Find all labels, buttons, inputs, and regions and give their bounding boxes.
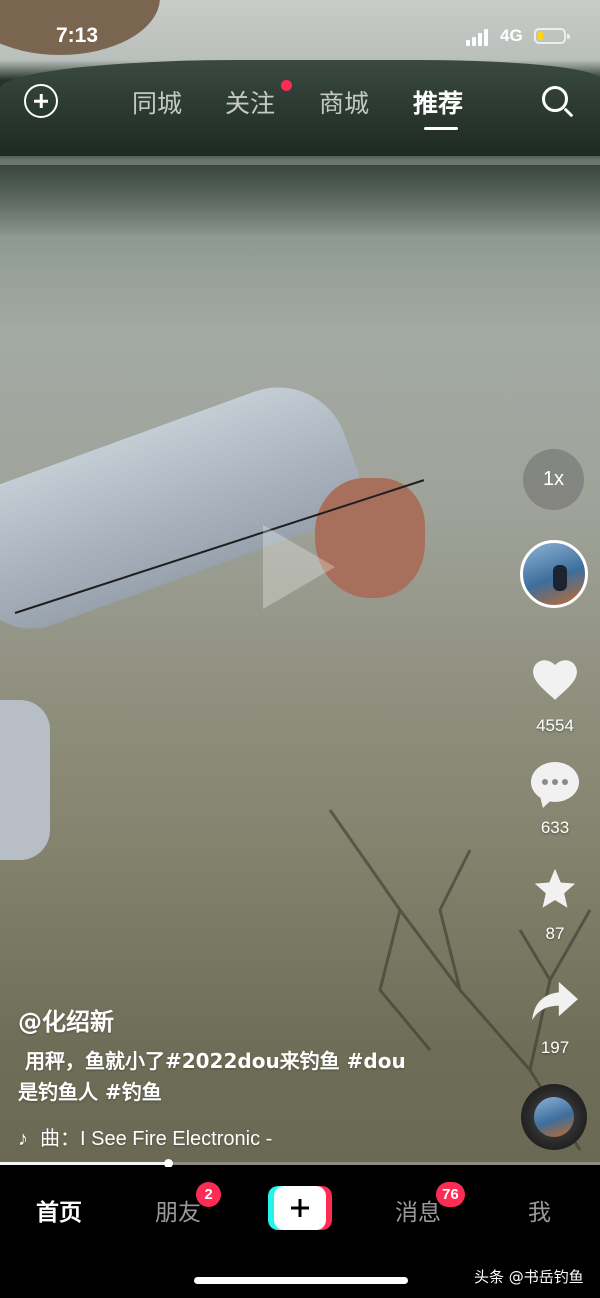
author-avatar[interactable] [520,540,588,608]
tab-following[interactable]: 关注 [225,84,275,120]
heart-icon [533,660,577,700]
network-type: 4G [500,26,523,45]
nav-me[interactable]: 我 [528,1193,551,1227]
play-icon[interactable] [263,525,335,609]
music-info[interactable]: ♪ 曲：I See Fire Electronic - [18,1122,348,1150]
music-title: 曲：I See Fire Electronic - [40,1128,273,1150]
video-progress-bar[interactable] [0,1159,600,1168]
home-indicator[interactable] [194,1277,408,1284]
plus-icon [274,1186,326,1230]
nav-messages[interactable]: 消息 [395,1193,441,1227]
messages-badge: 76 [436,1182,465,1207]
video-player[interactable] [0,0,600,1165]
author-name[interactable]: @化绍新 [18,1002,114,1037]
status-bar: 7:13 4G [0,0,600,70]
favorite-count: 87 [545,924,565,943]
like-button[interactable]: 4554 [515,656,595,736]
add-circle-icon[interactable] [24,84,58,118]
share-count: 197 [540,1038,570,1057]
playback-speed-button[interactable]: 1x [523,449,584,510]
status-time: 7:13 [56,24,99,47]
watermark: 头条 @书岳钓鱼 [474,1268,584,1286]
nav-friends[interactable]: 朋友 [155,1193,201,1227]
share-button[interactable]: 197 [515,980,595,1058]
music-disc[interactable] [521,1084,587,1150]
arm-sleeve-lower [0,700,50,860]
top-nav: 同城 关注 商城 推荐 [0,80,600,130]
tiktok-note-icon: ♪ [18,1128,28,1150]
comment-button[interactable]: 633 [515,762,595,838]
water-reflection [0,165,600,235]
video-caption[interactable]: 用秤，鱼就小了#2022dou来钓鱼 #dou 是钓鱼人 #钓鱼 [18,1046,458,1108]
signal-icon [466,28,492,46]
friends-badge: 2 [196,1182,221,1207]
search-icon[interactable] [542,86,568,112]
comment-icon [531,762,579,806]
tab-mall[interactable]: 商城 [319,84,369,120]
favorite-button[interactable]: 87 [515,866,595,944]
tab-recommended[interactable]: 推荐 [413,84,463,120]
star-icon [534,868,576,908]
tab-nearby[interactable]: 同城 [132,84,182,120]
like-count: 4554 [536,716,574,735]
create-button[interactable] [268,1186,332,1230]
nav-home[interactable]: 首页 [36,1193,82,1227]
notification-dot [281,80,292,91]
active-tab-indicator [424,127,458,130]
comment-count: 633 [540,818,570,837]
battery-icon [534,28,570,44]
share-arrow-icon [532,981,578,1021]
